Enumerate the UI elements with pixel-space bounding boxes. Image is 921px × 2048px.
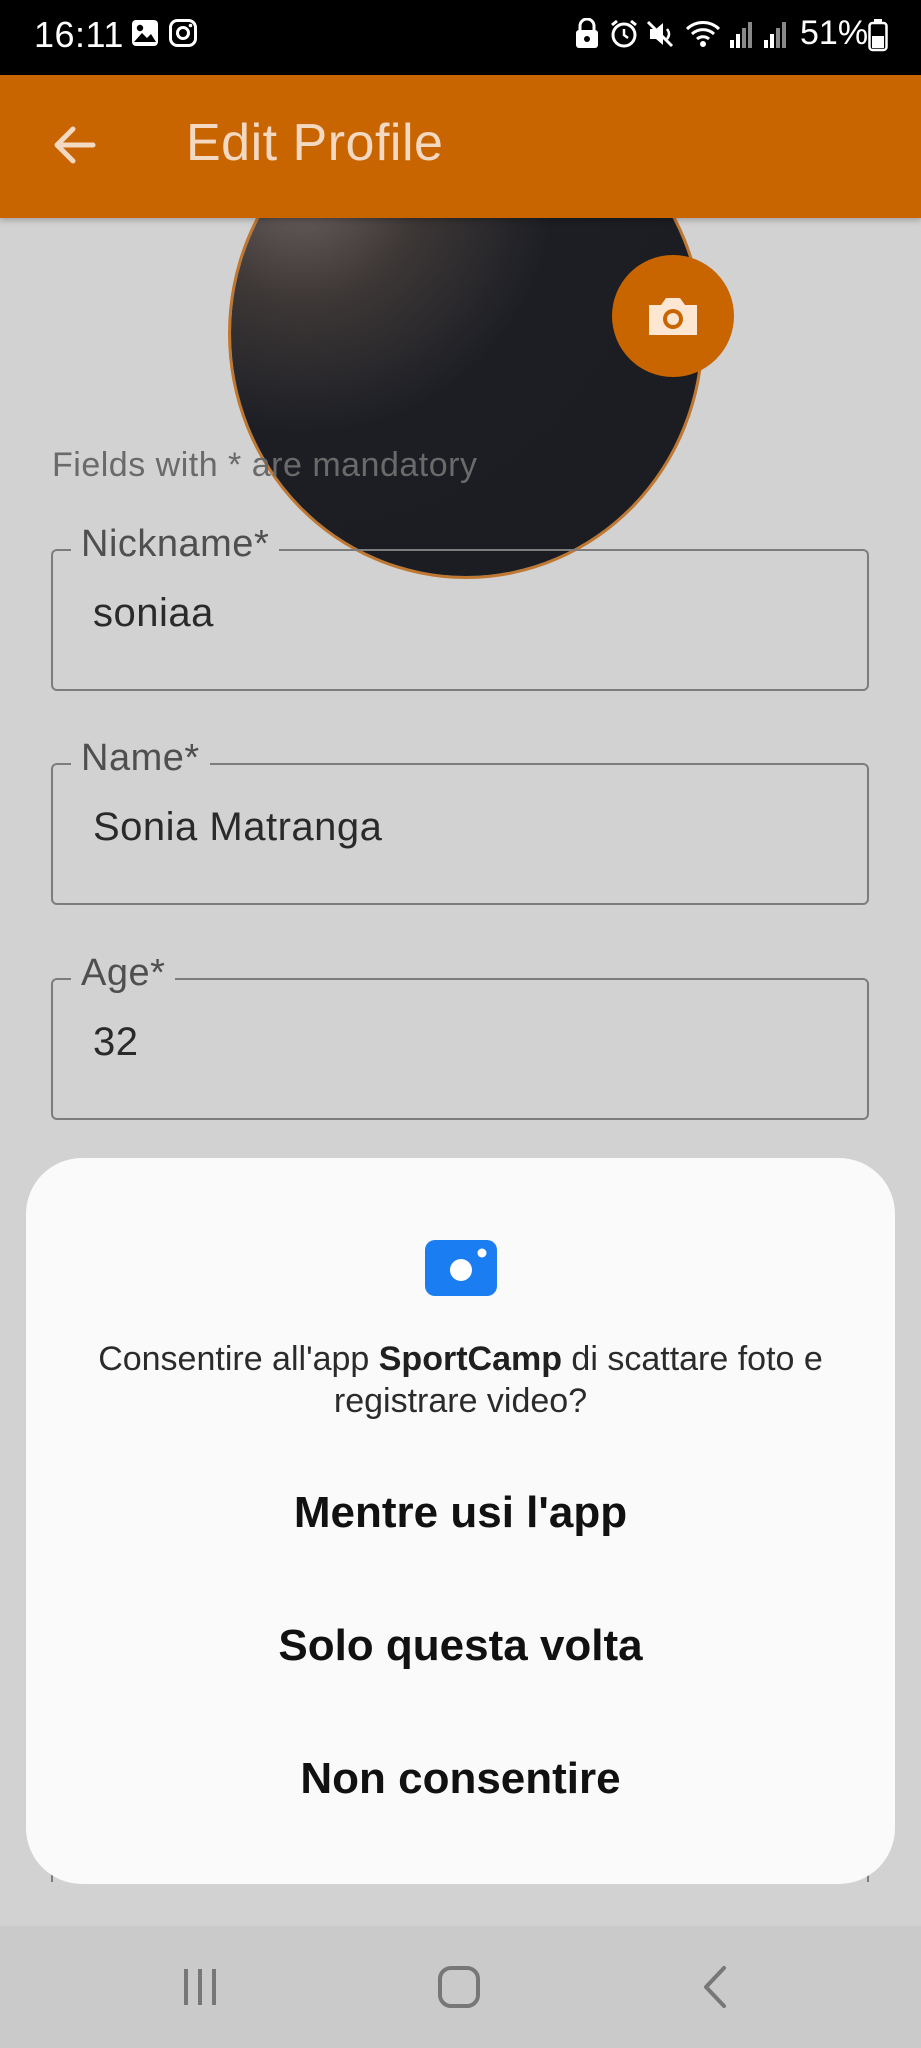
battery-icon bbox=[868, 19, 888, 52]
field-value: soniaa bbox=[93, 591, 214, 635]
app-bar: Edit Profile bbox=[0, 75, 921, 218]
camera-icon bbox=[649, 298, 697, 335]
message-prefix: Consentire all'app bbox=[98, 1340, 379, 1378]
permission-dialog: Consentire all'app SportCamp di scattare… bbox=[26, 1158, 895, 1884]
field-label: Name* bbox=[71, 737, 210, 780]
home-button[interactable] bbox=[424, 1956, 494, 2018]
name-field[interactable]: Name* Sonia Matranga bbox=[51, 737, 869, 905]
home-icon bbox=[438, 1966, 480, 2008]
instagram-icon bbox=[169, 19, 197, 47]
nav-back-button[interactable] bbox=[681, 1956, 751, 2018]
lock-icon bbox=[576, 18, 598, 48]
recent-apps-icon bbox=[184, 1969, 216, 2005]
allow-once-button[interactable]: Solo questa volta bbox=[86, 1601, 835, 1691]
recent-apps-button[interactable] bbox=[165, 1956, 235, 2018]
signal-icon bbox=[730, 22, 752, 48]
back-button[interactable] bbox=[34, 105, 114, 185]
field-value: Sonia Matranga bbox=[93, 805, 383, 849]
page-title: Edit Profile bbox=[186, 114, 444, 172]
status-bar: 16:11 51% bbox=[0, 0, 921, 75]
field-label: Nickname* bbox=[71, 523, 280, 566]
mute-icon bbox=[646, 20, 674, 48]
camera-icon bbox=[425, 1240, 497, 1296]
field-label: Age* bbox=[71, 952, 176, 995]
change-photo-button[interactable] bbox=[612, 255, 734, 377]
permission-message: Consentire all'app SportCamp di scattare… bbox=[86, 1338, 835, 1422]
allow-while-using-button[interactable]: Mentre usi l'app bbox=[86, 1468, 835, 1558]
age-field[interactable]: Age* 32 bbox=[51, 952, 869, 1120]
signal-icon bbox=[764, 22, 786, 48]
deny-button[interactable]: Non consentire bbox=[86, 1734, 835, 1824]
gallery-icon bbox=[132, 20, 158, 46]
arrow-left-icon bbox=[54, 126, 96, 164]
app-name: SportCamp bbox=[378, 1340, 562, 1378]
nickname-field[interactable]: Nickname* soniaa bbox=[51, 523, 869, 691]
field-value: 32 bbox=[93, 1020, 139, 1064]
status-time: 16:11 bbox=[34, 14, 124, 55]
navigation-bar bbox=[0, 1926, 921, 2048]
back-icon bbox=[704, 1966, 726, 2008]
battery-percentage: 51% bbox=[800, 14, 869, 52]
alarm-icon bbox=[611, 19, 637, 48]
wifi-icon bbox=[685, 21, 721, 47]
mandatory-hint: Fields with * are mandatory bbox=[52, 446, 478, 484]
